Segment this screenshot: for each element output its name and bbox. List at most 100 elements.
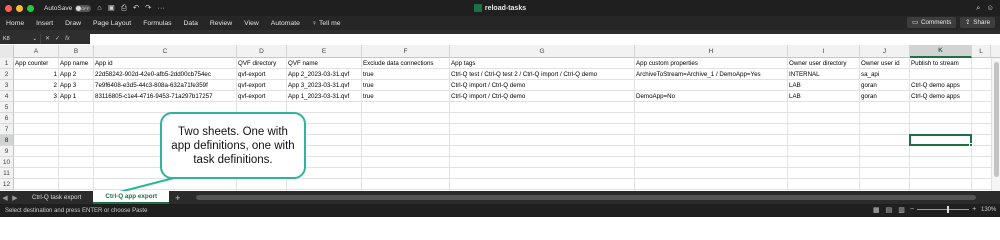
row-header-12[interactable]: 12	[0, 179, 14, 190]
vertical-scroll-thumb[interactable]	[994, 62, 999, 177]
cell-k1[interactable]: Publish to stream	[910, 58, 990, 69]
cell-g1[interactable]: App tags	[450, 58, 635, 69]
cell-f2[interactable]: true	[362, 69, 450, 80]
cell-j3[interactable]: goran	[860, 80, 910, 91]
cell-g2[interactable]: Ctrl-Q test / Ctrl-Q test 2 / Ctrl-Q imp…	[450, 69, 635, 80]
zoom-slider[interactable]	[917, 206, 970, 213]
cell-h4[interactable]: DemoApp=No	[635, 91, 788, 102]
spreadsheet-grid[interactable]: ABCDEFGHIJKL 1 2 3 4 5 6 7 8 9 10 11 12 App counter A…	[0, 45, 1000, 191]
cell-i1[interactable]: Owner user directory	[788, 58, 860, 69]
cell-a2[interactable]: 1	[14, 69, 59, 80]
cell-f4[interactable]: true	[362, 91, 450, 102]
cell-g3[interactable]: Ctrl-Q import / Ctrl-Q demo	[450, 80, 635, 91]
cell-f1[interactable]: Exclude data connections	[362, 58, 450, 69]
cell-a1[interactable]: App counter	[14, 58, 59, 69]
zoom-slider-knob[interactable]	[947, 206, 950, 213]
page-break-view-icon[interactable]: ▥	[898, 206, 905, 214]
search-icon[interactable]: ⌕	[976, 3, 980, 13]
row-header-1[interactable]: 1	[0, 58, 14, 69]
tab-formulas[interactable]: Formulas	[143, 20, 171, 27]
print-icon[interactable]: ⎙	[121, 3, 127, 13]
active-cell[interactable]	[909, 134, 972, 146]
formula-input[interactable]	[90, 33, 1000, 44]
row-header-4[interactable]: 4	[0, 91, 14, 102]
next-sheet-icon[interactable]: ▶	[10, 194, 20, 202]
cell-e4[interactable]: App 1_2023-03-31.qvf	[287, 91, 362, 102]
close-window-button[interactable]	[5, 4, 12, 12]
cell-j2[interactable]: sa_api	[860, 69, 910, 80]
column-header-k[interactable]: K	[910, 45, 972, 58]
column-header-h[interactable]: H	[635, 45, 788, 58]
confirm-icon[interactable]: ✓	[55, 35, 60, 42]
sheet-tab-task-export[interactable]: Ctrl-Q task export	[20, 191, 93, 204]
row-header-2[interactable]: 2	[0, 69, 14, 80]
redo-icon[interactable]: ↷	[145, 3, 151, 13]
home-icon[interactable]: ⌂	[97, 3, 102, 13]
column-header-f[interactable]: F	[362, 45, 450, 58]
row-header-11[interactable]: 11	[0, 168, 14, 179]
undo-icon[interactable]: ↶	[133, 3, 139, 13]
cell-i2[interactable]: INTERNAL	[788, 69, 860, 80]
zoom-window-button[interactable]	[27, 4, 34, 12]
tell-me-search[interactable]: ♀ Tell me	[312, 20, 341, 27]
row-header-6[interactable]: 6	[0, 113, 14, 124]
cell-b4[interactable]: App 1	[59, 91, 94, 102]
row-header-10[interactable]: 10	[0, 157, 14, 168]
cell-i4[interactable]: LAB	[788, 91, 860, 102]
tab-view[interactable]: View	[244, 20, 259, 27]
cell-d2[interactable]: qvf-export	[237, 69, 287, 80]
tab-insert[interactable]: Insert	[36, 20, 53, 27]
tab-home[interactable]: Home	[6, 20, 24, 27]
cell-e2[interactable]: App 2_2023-03-31.qvf	[287, 69, 362, 80]
row-header-3[interactable]: 3	[0, 80, 14, 91]
cell-c2[interactable]: 22d58242-902d-42e0-afb5-2dd00cb754ec	[94, 69, 237, 80]
cell-k4[interactable]: Ctrl-Q demo apps	[910, 91, 990, 102]
cell-e1[interactable]: QVF name	[287, 58, 362, 69]
column-header-j[interactable]: J	[860, 45, 910, 58]
row-header-9[interactable]: 9	[0, 146, 14, 157]
cell-h1[interactable]: App custom properties	[635, 58, 788, 69]
tab-automate[interactable]: Automate	[271, 20, 300, 27]
cell-d3[interactable]: qvf-export	[237, 80, 287, 91]
account-icon[interactable]: ☺	[986, 3, 994, 13]
cell-c4[interactable]: 83116805-c1e4-4716-9453-71a297b17257	[94, 91, 237, 102]
tab-data[interactable]: Data	[184, 20, 198, 27]
fill-handle[interactable]	[969, 143, 973, 147]
previous-sheet-icon[interactable]: ◀	[0, 194, 10, 202]
row-header-7[interactable]: 7	[0, 124, 14, 135]
page-layout-view-icon[interactable]: ▤	[886, 206, 893, 214]
cell-c1[interactable]: App id	[94, 58, 237, 69]
share-button[interactable]: ⇪ Share	[960, 17, 996, 28]
cell-b2[interactable]: App 2	[59, 69, 94, 80]
add-sheet-icon[interactable]: +	[175, 193, 180, 203]
name-box[interactable]: K8 ⌄	[0, 33, 40, 44]
column-header-b[interactable]: B	[59, 45, 94, 58]
tab-page-layout[interactable]: Page Layout	[93, 20, 131, 27]
save-icon[interactable]: ▣	[108, 3, 115, 13]
cell-g4[interactable]: Ctrl-Q import / Ctrl-Q demo	[450, 91, 635, 102]
column-header-g[interactable]: G	[450, 45, 635, 58]
select-all-corner[interactable]	[0, 45, 14, 58]
cell-i3[interactable]: LAB	[788, 80, 860, 91]
cell-b1[interactable]: App name	[59, 58, 94, 69]
horizontal-scrollbar[interactable]	[196, 195, 976, 200]
cell-a4[interactable]: 3	[14, 91, 59, 102]
cell-a3[interactable]: 2	[14, 80, 59, 91]
tab-draw[interactable]: Draw	[65, 20, 81, 27]
column-header-d[interactable]: D	[237, 45, 287, 58]
zoom-out-icon[interactable]: −	[910, 206, 914, 213]
cancel-icon[interactable]: ✕	[45, 35, 50, 42]
cell-f3[interactable]: true	[362, 80, 450, 91]
normal-view-icon[interactable]: ▦	[873, 206, 880, 214]
column-header-a[interactable]: A	[14, 45, 59, 58]
cell-d4[interactable]: qvf-export	[237, 91, 287, 102]
column-header-e[interactable]: E	[287, 45, 362, 58]
row-header-8[interactable]: 8	[0, 135, 14, 146]
fx-label[interactable]: fx	[65, 36, 70, 42]
column-header-i[interactable]: I	[788, 45, 860, 58]
cell-e3[interactable]: App 3_2023-03-31.qvf	[287, 80, 362, 91]
cell-j4[interactable]: goran	[860, 91, 910, 102]
vertical-scrollbar[interactable]	[991, 58, 1000, 191]
sheet-tab-app-export[interactable]: Ctrl-Q app export	[93, 191, 170, 204]
cell-k3[interactable]: Ctrl-Q demo apps	[910, 80, 990, 91]
